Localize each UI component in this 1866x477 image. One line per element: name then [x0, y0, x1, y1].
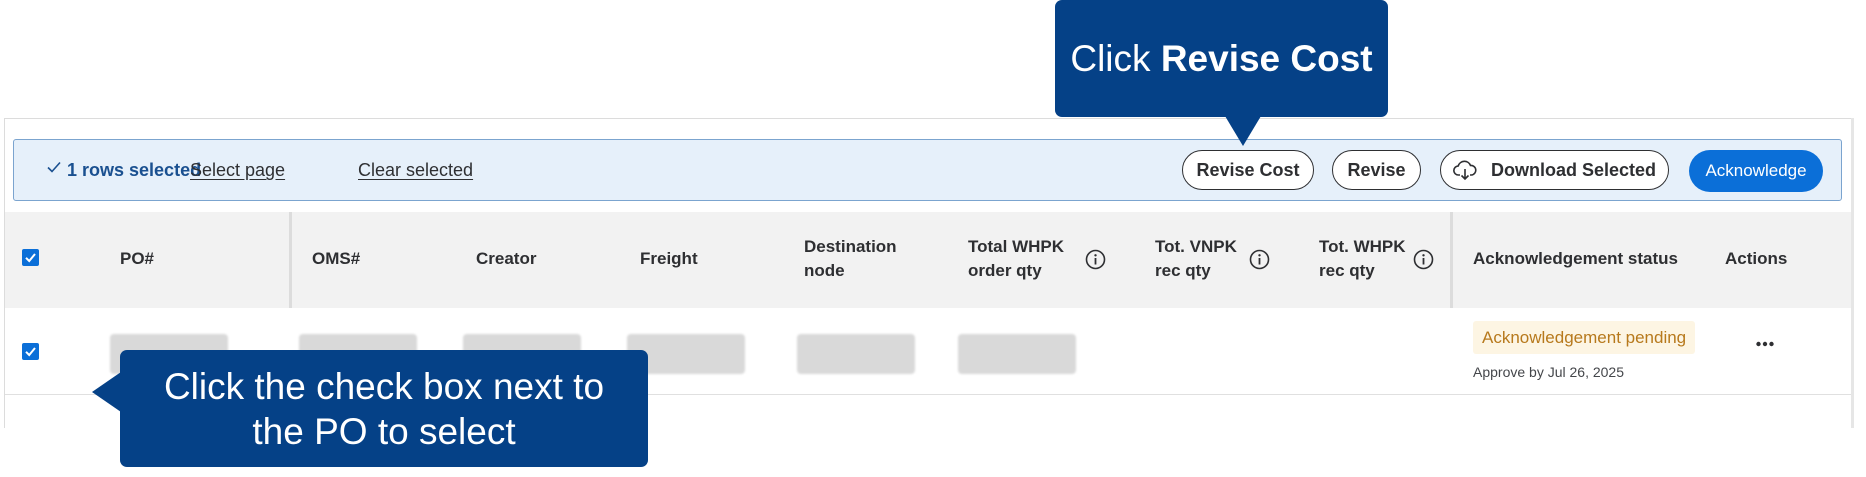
approve-by-date: Approve by Jul 26, 2025: [1473, 364, 1624, 380]
select-page-link[interactable]: Select page: [190, 160, 285, 181]
rows-selected-count: 1 rows selected: [67, 160, 202, 180]
callout-revise-cost-prefix: Click: [1070, 37, 1161, 79]
table-header: PO# OMS# Creator Freight Destination nod…: [5, 212, 1851, 308]
header-tot-whpk-line1: Tot. WHPK: [1319, 237, 1406, 256]
revise-button[interactable]: Revise: [1332, 150, 1421, 190]
callout-pointer: [92, 372, 121, 412]
cloud-download-icon: [1453, 160, 1477, 181]
more-actions-icon[interactable]: [1755, 340, 1775, 348]
row-select-checkbox[interactable]: [22, 343, 39, 360]
header-tot-whpk-rec-qty[interactable]: Tot. WHPK rec qty: [1319, 235, 1406, 283]
checkmark-icon: [25, 253, 36, 263]
header-destination-line2: node: [804, 261, 845, 280]
download-selected-label: Download Selected: [1490, 159, 1657, 180]
checkmark-icon: [25, 347, 36, 357]
page: 1 rows selected Select page Clear select…: [0, 0, 1866, 477]
select-all-checkbox[interactable]: [22, 249, 39, 266]
info-icon[interactable]: [1413, 249, 1434, 270]
info-icon[interactable]: [1085, 249, 1106, 270]
check-icon: [47, 161, 61, 173]
header-destination-line1: Destination: [804, 237, 897, 256]
download-selected-button[interactable]: Download Selected: [1440, 150, 1669, 190]
header-destination-node[interactable]: Destination node: [804, 235, 897, 283]
header-po[interactable]: PO#: [120, 247, 154, 271]
header-total-whpk-order-qty[interactable]: Total WHPK order qty: [968, 235, 1064, 283]
callout-select-line1: Click the check box next to: [163, 366, 605, 407]
selection-toolbar: 1 rows selected Select page Clear select…: [13, 139, 1842, 201]
header-creator[interactable]: Creator: [476, 247, 536, 271]
revise-cost-button[interactable]: Revise Cost: [1182, 150, 1314, 190]
callout-revise-cost: Click Revise Cost: [1055, 0, 1388, 146]
acknowledge-label: Acknowledge: [1705, 161, 1807, 180]
callout-pointer: [1225, 116, 1261, 146]
revise-label: Revise: [1347, 159, 1406, 180]
callout-select-checkbox: Click the check box next to the PO to se…: [92, 350, 648, 467]
acknowledge-button[interactable]: Acknowledge: [1689, 150, 1823, 192]
header-tot-vnpk-line1: Tot. VNPK: [1155, 237, 1237, 256]
status-badge: Acknowledgement pending: [1473, 321, 1696, 354]
callout-revise-cost-bold: Revise Cost: [1160, 37, 1373, 79]
content-frame: [4, 118, 1854, 128]
frame-right-border: [1851, 118, 1854, 428]
header-total-whpk-line2: order qty: [968, 261, 1042, 280]
header-tot-vnpk-line2: rec qty: [1155, 261, 1211, 280]
header-tot-whpk-line2: rec qty: [1319, 261, 1375, 280]
header-total-whpk-line1: Total WHPK: [968, 237, 1065, 256]
destination-node-redacted: [797, 334, 915, 374]
header-freight[interactable]: Freight: [640, 247, 698, 271]
info-icon[interactable]: [1249, 249, 1270, 270]
callout-select-line2: the PO to select: [252, 411, 516, 452]
revise-cost-label: Revise Cost: [1196, 159, 1300, 180]
header-actions: Actions: [1725, 249, 1788, 268]
total-whpk-order-qty-redacted: [958, 334, 1076, 374]
header-oms[interactable]: OMS#: [312, 247, 360, 271]
clear-selected-link[interactable]: Clear selected: [358, 160, 473, 181]
header-acknowledgement-status[interactable]: Acknowledgement status: [1473, 247, 1678, 271]
header-tot-vnpk-rec-qty[interactable]: Tot. VNPK rec qty: [1155, 235, 1237, 283]
